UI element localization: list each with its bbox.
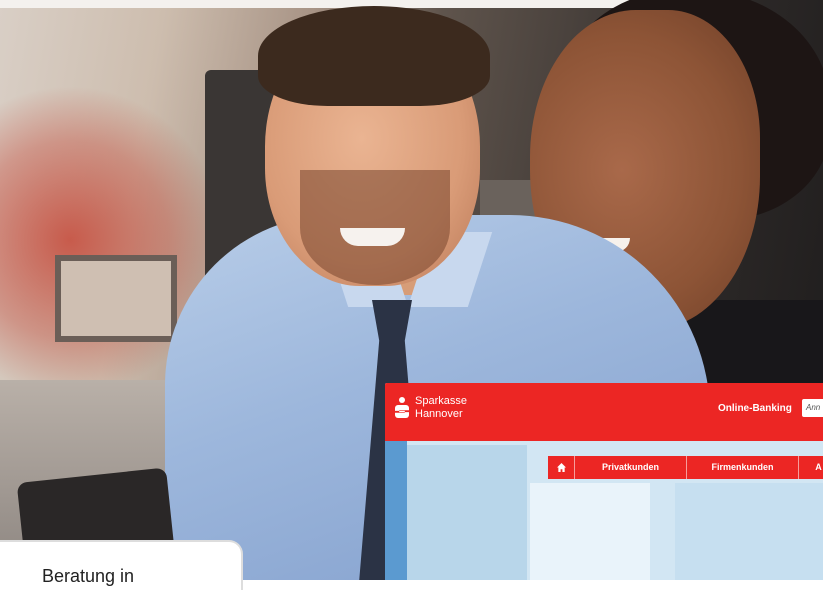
brand-line2: Hannover [415, 408, 463, 420]
login-button[interactable]: Ann [802, 399, 823, 417]
sparkasse-s-icon [395, 397, 409, 419]
side-stripe [385, 441, 407, 580]
nav-privatkunden[interactable]: Privatkunden [574, 456, 686, 479]
nav-more[interactable]: A [798, 456, 823, 479]
content-tile [407, 445, 527, 580]
background-picture-frame [55, 255, 177, 342]
brand-name: Sparkasse Hannover [415, 395, 467, 421]
site-header: Sparkasse Hannover Online-Banking Ann [385, 383, 823, 441]
man-hair [258, 6, 490, 106]
brand-logo[interactable]: Sparkasse Hannover [395, 395, 467, 421]
content-tile [675, 483, 823, 580]
nav-firmenkunden[interactable]: Firmenkunden [686, 456, 798, 479]
brand-line1: Sparkasse [415, 395, 467, 407]
online-banking-link[interactable]: Online-Banking [718, 403, 792, 414]
home-icon[interactable] [548, 456, 574, 479]
content-tile [530, 483, 650, 580]
man-smile [340, 228, 405, 246]
caption-card: Beratung in [0, 540, 243, 590]
main-nav: Privatkunden Firmenkunden A [548, 456, 823, 479]
caption-text: Beratung in [42, 566, 135, 586]
website-preview: Sparkasse Hannover Online-Banking Ann Pr… [385, 383, 823, 580]
